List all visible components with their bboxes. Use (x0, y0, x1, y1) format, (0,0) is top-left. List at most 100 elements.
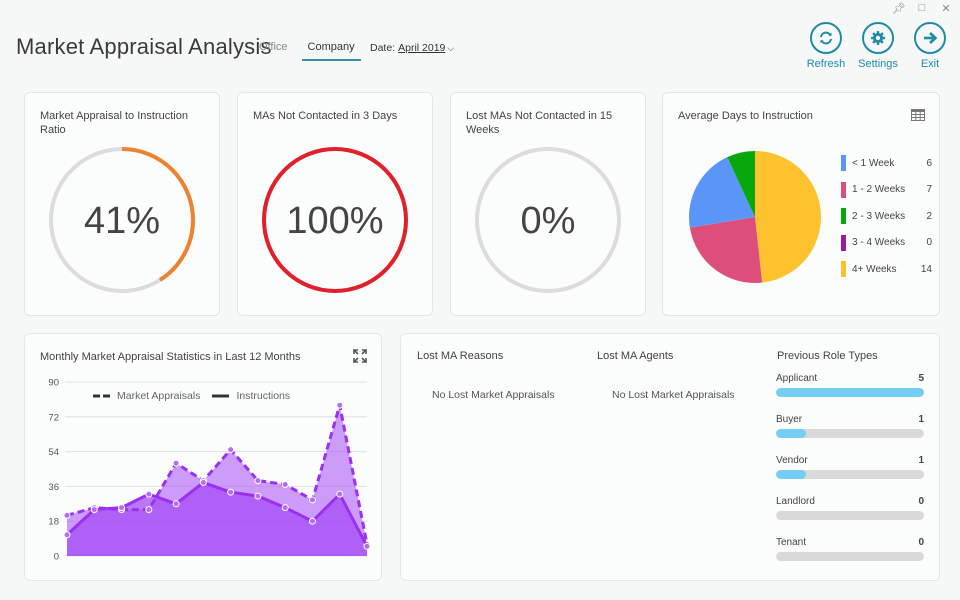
data-point[interactable] (336, 401, 344, 409)
date-selector[interactable]: Date: April 2019 ⌵ (370, 42, 454, 54)
pin-icon[interactable]: 📌︎ (892, 2, 906, 15)
data-point[interactable] (118, 504, 126, 512)
avg-days-card: Average Days to Instruction < 1 Week 6 1 -… (662, 92, 940, 316)
gear-icon (862, 22, 894, 54)
data-point[interactable] (227, 488, 235, 496)
data-point[interactable] (63, 531, 71, 539)
data-point[interactable] (363, 542, 371, 550)
kpi-card-lost-not-contacted: Lost MAs Not Contacted in 15 Weeks 0% (450, 92, 646, 316)
chart-legend: Market Appraisals Instructions (93, 390, 290, 402)
data-point[interactable] (145, 506, 153, 514)
role-item-buyer: Buyer 1 (776, 414, 924, 438)
refresh-button[interactable]: Refresh (806, 22, 846, 70)
data-point[interactable] (281, 480, 289, 488)
lost-reasons-empty: No Lost Market Appraisals (432, 389, 555, 401)
close-icon[interactable]: ✕ (940, 2, 952, 15)
role-label: Vendor (776, 455, 808, 466)
role-types-title: Previous Role Types (777, 350, 878, 362)
role-label: Landlord (776, 496, 815, 507)
page-title: Market Appraisal Analysis (16, 34, 272, 59)
refresh-label: Refresh (806, 58, 846, 70)
legend-value: 2 (926, 210, 932, 222)
data-point[interactable] (172, 500, 180, 508)
legend-instructions[interactable]: Instructions (212, 390, 290, 402)
role-bar (776, 511, 924, 520)
data-point[interactable] (90, 504, 98, 512)
window-controls: 📌︎ □ ✕ (892, 2, 952, 15)
role-bar-fill (776, 470, 806, 479)
data-point[interactable] (254, 492, 262, 500)
card-title: Lost MAs Not Contacted in 15 Weeks (466, 110, 613, 136)
data-point[interactable] (281, 504, 289, 512)
gauge-value: 0% (520, 200, 576, 242)
kpi-card-not-contacted: MAs Not Contacted in 3 Days 100% (237, 92, 433, 316)
legend-swatch (841, 155, 846, 171)
data-point[interactable] (308, 496, 316, 504)
data-point[interactable] (308, 517, 316, 525)
pie-slice-1-2-weeks[interactable] (689, 217, 763, 283)
pie-chart (689, 151, 821, 283)
legend-label: 1 - 2 Weeks (852, 184, 906, 195)
pie-slice-4-weeks[interactable] (755, 151, 821, 283)
pie-legend-item[interactable]: 4+ Weeks 14 (841, 261, 932, 277)
data-point[interactable] (254, 477, 262, 485)
data-point[interactable] (63, 511, 71, 519)
legend-market-appraisals[interactable]: Market Appraisals (93, 390, 200, 402)
data-point[interactable] (172, 459, 180, 467)
data-point[interactable] (90, 506, 98, 514)
legend-swatch (841, 181, 846, 198)
date-label: Date: (370, 42, 396, 54)
area-instructions (67, 482, 367, 556)
data-point[interactable] (118, 506, 126, 514)
y-tick-label: 90 (48, 378, 59, 389)
refresh-icon (810, 22, 842, 54)
date-value[interactable]: April 2019 (398, 42, 445, 54)
card-title: Average Days to Instruction (678, 110, 813, 122)
legend-label: 2 - 3 Weeks (852, 210, 906, 222)
lost-agents-title: Lost MA Agents (597, 350, 674, 362)
data-point[interactable] (363, 540, 371, 548)
area-market-appraisals (67, 405, 367, 556)
role-item-tenant: Tenant 0 (776, 537, 924, 561)
exit-button[interactable]: Exit (910, 22, 950, 70)
data-point[interactable] (199, 479, 207, 487)
pie-legend-item[interactable]: 2 - 3 Weeks 2 (841, 208, 932, 224)
expand-icon[interactable] (353, 349, 367, 368)
table-icon[interactable] (911, 108, 925, 126)
data-point[interactable] (145, 490, 153, 498)
legend-swatch (841, 234, 846, 251)
pie-legend-item[interactable]: 3 - 4 Weeks 0 (841, 234, 932, 251)
line-market-appraisals (66, 403, 369, 545)
role-bar-fill (776, 388, 924, 397)
legend-label: 4+ Weeks (852, 263, 897, 275)
settings-button[interactable]: Settings (858, 22, 898, 70)
line-instructions (65, 481, 369, 548)
pie-legend-item[interactable]: < 1 Week 6 (841, 155, 932, 171)
exit-label: Exit (920, 58, 940, 70)
tab-office[interactable]: Office (255, 41, 292, 61)
y-tick-label: 18 (48, 517, 59, 528)
role-count: 5 (918, 373, 924, 384)
arrow-right-icon (914, 22, 946, 54)
lost-reasons-title: Lost MA Reasons (417, 350, 504, 362)
legend-label: Instructions (236, 390, 291, 402)
chevron-down-icon[interactable]: ⌵ (447, 43, 454, 53)
role-count: 0 (918, 496, 924, 507)
legend-value: 14 (920, 263, 932, 275)
legend-value: 0 (926, 237, 932, 248)
legend-label: 3 - 4 Weeks (852, 237, 906, 248)
data-point[interactable] (336, 490, 344, 498)
y-tick-label: 72 (48, 412, 59, 423)
pie-legend-item[interactable]: 1 - 2 Weeks 7 (841, 181, 932, 198)
role-item-vendor: Vendor 1 (776, 455, 924, 479)
legend-value: 6 (926, 157, 932, 169)
tab-company[interactable]: Company (301, 41, 361, 61)
legend-label: Market Appraisals (117, 390, 201, 402)
legend-swatch (841, 261, 846, 277)
y-tick-label: 36 (48, 482, 59, 493)
legend-swatch (841, 208, 846, 224)
lost-ma-card: Lost MA Reasons No Lost Market Appraisal… (400, 333, 940, 581)
maximize-icon[interactable]: □ (916, 2, 928, 15)
data-point[interactable] (227, 446, 235, 454)
data-point[interactable] (199, 477, 207, 485)
